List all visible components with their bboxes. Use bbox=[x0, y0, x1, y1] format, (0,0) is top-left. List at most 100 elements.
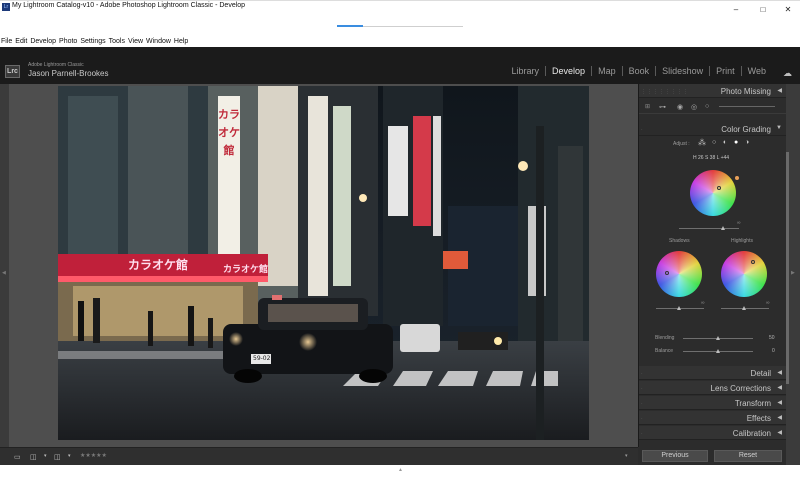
global-color-wheel[interactable] bbox=[690, 170, 736, 216]
previous-button[interactable]: Previous bbox=[642, 450, 708, 462]
module-picker: Library Develop Map Book Slideshow Print… bbox=[506, 66, 772, 76]
hue-marker[interactable] bbox=[735, 176, 739, 180]
histogram-header[interactable]: ⋮⋮⋮⋮⋮⋮⋮⋮ Photo Missing ◀ bbox=[639, 84, 787, 98]
redeye-tool-icon[interactable]: ◎ bbox=[691, 103, 697, 111]
blending-knob[interactable] bbox=[716, 336, 720, 340]
window-title: My Lightroom Catalog-v10 - Adobe Photosh… bbox=[12, 2, 246, 9]
effects-header[interactable]: · Effects ◀ bbox=[639, 411, 787, 425]
expand-triangle-icon[interactable]: ◀ bbox=[777, 429, 782, 436]
heal-tool-icon[interactable]: ◉ bbox=[677, 103, 683, 111]
dropdown-icon[interactable]: ▾ bbox=[44, 453, 47, 459]
menu-develop[interactable]: Develop bbox=[30, 37, 56, 47]
module-print[interactable]: Print bbox=[710, 66, 741, 76]
link-icon[interactable]: ∞ bbox=[737, 220, 741, 226]
compare-view-icon[interactable]: ◫ bbox=[54, 453, 61, 461]
right-panel: ⋮⋮⋮⋮⋮⋮⋮⋮ Photo Missing ◀ ⊞ ⊶ ◉ ◎ ○ · Col… bbox=[638, 84, 787, 465]
collapse-triangle-icon[interactable]: ▼ bbox=[776, 125, 782, 131]
expand-left-icon[interactable]: ◀ bbox=[2, 270, 6, 276]
module-book[interactable]: Book bbox=[623, 66, 656, 76]
karaoke-vertical-sign: カラオケ館 bbox=[218, 108, 240, 157]
module-slideshow[interactable]: Slideshow bbox=[656, 66, 709, 76]
menu-view[interactable]: View bbox=[128, 37, 143, 47]
crop-tool-icon[interactable]: ⊶ bbox=[659, 103, 666, 111]
panel-dots: · bbox=[641, 127, 644, 133]
module-web[interactable]: Web bbox=[742, 66, 772, 76]
menu-photo[interactable]: Photo bbox=[59, 37, 77, 47]
shadows-color-wheel[interactable] bbox=[656, 251, 702, 297]
photo-missing-label: Photo Missing bbox=[720, 87, 771, 96]
grid-tool-icon[interactable]: ⊞ bbox=[645, 103, 650, 110]
maximize-button[interactable]: □ bbox=[757, 5, 769, 14]
dropdown-icon[interactable]: ▾ bbox=[68, 453, 71, 459]
develop-buttons: Previous Reset bbox=[638, 447, 786, 465]
close-button[interactable]: ✕ bbox=[782, 5, 794, 14]
panel-dots: · bbox=[641, 431, 644, 437]
cloud-sync-icon[interactable]: ☁ bbox=[783, 68, 792, 79]
highlights-color-wheel[interactable] bbox=[721, 251, 767, 297]
app-icon: Lr bbox=[2, 3, 10, 11]
expand-triangle-icon[interactable]: ◀ bbox=[777, 399, 782, 406]
minimize-button[interactable]: – bbox=[730, 5, 742, 14]
midtones-mode-icon[interactable]: ◐ bbox=[723, 139, 727, 146]
lens-corrections-header[interactable]: · Lens Corrections ◀ bbox=[639, 381, 787, 395]
loupe-view-icon[interactable]: ▭ bbox=[14, 453, 21, 461]
panel-dots: · bbox=[641, 386, 644, 392]
menu-help[interactable]: Help bbox=[174, 37, 188, 47]
highlights-mode-icon[interactable]: ● bbox=[734, 139, 738, 146]
expand-triangle-icon[interactable]: ◀ bbox=[777, 384, 782, 391]
module-map[interactable]: Map bbox=[592, 66, 622, 76]
menu-tools[interactable]: Tools bbox=[109, 37, 125, 47]
calibration-title: Calibration bbox=[732, 429, 771, 438]
hsl-readout: H 26 S 38 L +44 bbox=[693, 155, 730, 161]
menu-window[interactable]: Window bbox=[146, 37, 171, 47]
highlights-luminance-knob[interactable] bbox=[742, 306, 746, 310]
module-develop[interactable]: Develop bbox=[546, 66, 591, 76]
reset-button[interactable]: Reset bbox=[714, 450, 782, 462]
link-icon[interactable]: ∞ bbox=[701, 300, 705, 306]
panel-dots: · bbox=[641, 416, 644, 422]
progress-track bbox=[363, 26, 463, 27]
tool-strip: ⊞ ⊶ ◉ ◎ ○ bbox=[639, 100, 787, 114]
color-grading-header[interactable]: · Color Grading ▼ bbox=[639, 122, 787, 136]
module-library[interactable]: Library bbox=[506, 66, 546, 76]
global-mode-icon[interactable]: ◑ bbox=[745, 139, 749, 146]
menu-bar: File Edit Develop Photo Settings Tools V… bbox=[0, 37, 800, 47]
tool-slider[interactable] bbox=[719, 106, 775, 107]
toolbar-menu-icon[interactable]: ▾ bbox=[625, 453, 628, 459]
transform-header[interactable]: · Transform ◀ bbox=[639, 396, 787, 410]
collapse-right-icon[interactable]: ▶ bbox=[791, 270, 795, 276]
shadows-mode-icon[interactable]: ○ bbox=[712, 139, 716, 146]
balance-label: Balance bbox=[655, 348, 674, 354]
develop-toolbar: ▭ ◫ ▾ ◫ ▾ ★★★★★ ▾ bbox=[0, 447, 638, 465]
luminance-knob[interactable] bbox=[721, 226, 725, 230]
wheel-handle[interactable] bbox=[751, 260, 755, 264]
wheel-handle[interactable] bbox=[717, 186, 721, 190]
menu-file[interactable]: File bbox=[1, 37, 12, 47]
luminance-slider[interactable] bbox=[679, 228, 739, 229]
shadows-luminance-knob[interactable] bbox=[677, 306, 681, 310]
collapse-triangle-icon[interactable]: ◀ bbox=[777, 87, 782, 94]
filmstrip-toggle-icon[interactable]: ▲ bbox=[398, 467, 403, 473]
lens-corrections-title: Lens Corrections bbox=[710, 384, 771, 393]
detail-header[interactable]: · Detail ◀ bbox=[639, 366, 787, 380]
panel-dots: ⋮⋮⋮⋮⋮⋮⋮⋮ bbox=[641, 89, 689, 95]
link-icon[interactable]: ∞ bbox=[766, 300, 770, 306]
panel-dots: · bbox=[641, 371, 644, 377]
effects-title: Effects bbox=[746, 414, 771, 423]
expand-triangle-icon[interactable]: ◀ bbox=[777, 414, 782, 421]
blending-value[interactable]: 50 bbox=[769, 335, 775, 341]
menu-settings[interactable]: Settings bbox=[80, 37, 105, 47]
expand-triangle-icon[interactable]: ◀ bbox=[777, 369, 782, 376]
before-after-icon[interactable]: ◫ bbox=[30, 453, 37, 461]
balance-value[interactable]: 0 bbox=[772, 348, 775, 354]
photo-preview[interactable]: カラオケ館 カラオケ館 カラオケ館 59-02 bbox=[58, 86, 589, 440]
mask-tool-icon[interactable]: ○ bbox=[705, 103, 709, 110]
wheel-handle[interactable] bbox=[665, 271, 669, 275]
balance-knob[interactable] bbox=[716, 349, 720, 353]
menu-edit[interactable]: Edit bbox=[15, 37, 27, 47]
identity-plate-bar: Lrc Adobe Lightroom Classic Jason Parnel… bbox=[0, 47, 800, 84]
calibration-header[interactable]: · Calibration ◀ bbox=[639, 426, 787, 440]
panel-scrollbar[interactable] bbox=[786, 152, 789, 384]
three-way-icon[interactable]: ⁂ bbox=[698, 138, 706, 147]
star-rating[interactable]: ★★★★★ bbox=[80, 452, 107, 459]
